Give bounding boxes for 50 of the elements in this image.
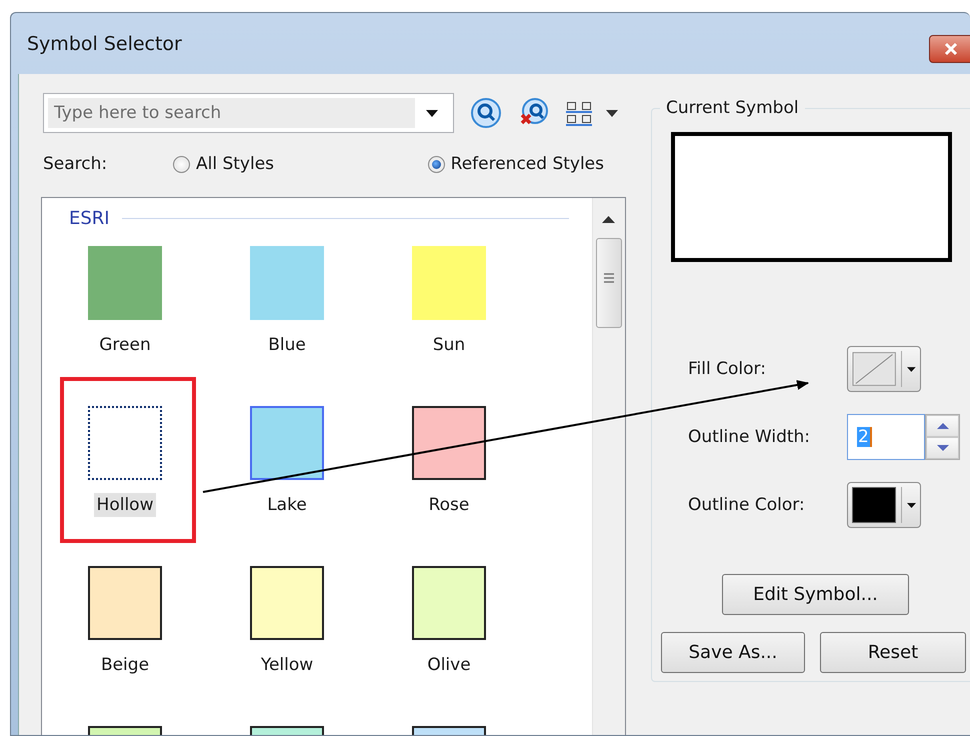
radio-option[interactable]: Referenced Styles <box>428 154 604 174</box>
save-as-button[interactable]: Save As... <box>661 632 805 673</box>
symbol-swatch[interactable] <box>88 406 162 480</box>
symbol-swatch[interactable] <box>250 566 324 640</box>
symbol-label: Olive <box>426 654 472 677</box>
property-label: Outline Width: <box>688 427 812 447</box>
search-button[interactable] <box>470 97 502 129</box>
radio-button[interactable] <box>428 156 445 172</box>
symbol-label: Yellow <box>260 654 314 677</box>
symbol-swatch[interactable] <box>88 246 162 320</box>
property-label: Outline Color: <box>688 495 806 515</box>
caret-icon <box>907 502 916 508</box>
caret-icon <box>907 366 916 372</box>
down-arrow-icon <box>936 445 948 451</box>
symbol-label: Rose <box>428 494 470 517</box>
close-icon <box>944 42 958 56</box>
symbol-swatch[interactable] <box>412 406 486 480</box>
symbol-swatch[interactable] <box>412 566 486 640</box>
scrollbar-thumb[interactable] <box>596 238 622 328</box>
no-fill-icon <box>852 351 896 387</box>
window-title: Symbol Selector <box>27 32 182 54</box>
scroll-up-icon[interactable] <box>602 216 615 223</box>
spin-up-button[interactable] <box>926 415 959 437</box>
grip-icon <box>604 273 614 284</box>
reset-button[interactable]: Reset <box>820 632 966 673</box>
caret-icon <box>426 110 438 116</box>
spin-down-button[interactable] <box>926 437 959 459</box>
scrollbar[interactable] <box>592 198 625 735</box>
search-label: Search: <box>43 154 108 174</box>
group-heading: ESRI <box>69 208 110 229</box>
property-label: Fill Color: <box>688 359 767 379</box>
symbol-label: Lake <box>266 494 308 517</box>
up-arrow-icon <box>936 423 948 429</box>
radio-option[interactable]: All Styles <box>173 154 274 174</box>
symbol-swatch[interactable] <box>88 566 162 640</box>
fill-color-button[interactable] <box>847 346 921 392</box>
symbol-label: Hollow <box>94 493 156 517</box>
symbol-label: Blue <box>267 334 307 357</box>
outline-color-button[interactable] <box>847 482 921 528</box>
search-field[interactable]: Type here to search <box>43 93 454 133</box>
view-options-button[interactable] <box>566 100 618 126</box>
group-title: Current Symbol <box>665 97 800 119</box>
symbol-label: Beige <box>100 654 150 677</box>
caret-icon <box>606 110 618 116</box>
edit-symbol-button[interactable]: Edit Symbol... <box>722 574 909 615</box>
radio-button[interactable] <box>173 156 190 172</box>
symbol-swatch[interactable] <box>250 406 324 480</box>
search-icon <box>470 97 502 129</box>
symbol-label: Green <box>98 334 152 357</box>
symbol-label: Sun <box>432 334 466 357</box>
